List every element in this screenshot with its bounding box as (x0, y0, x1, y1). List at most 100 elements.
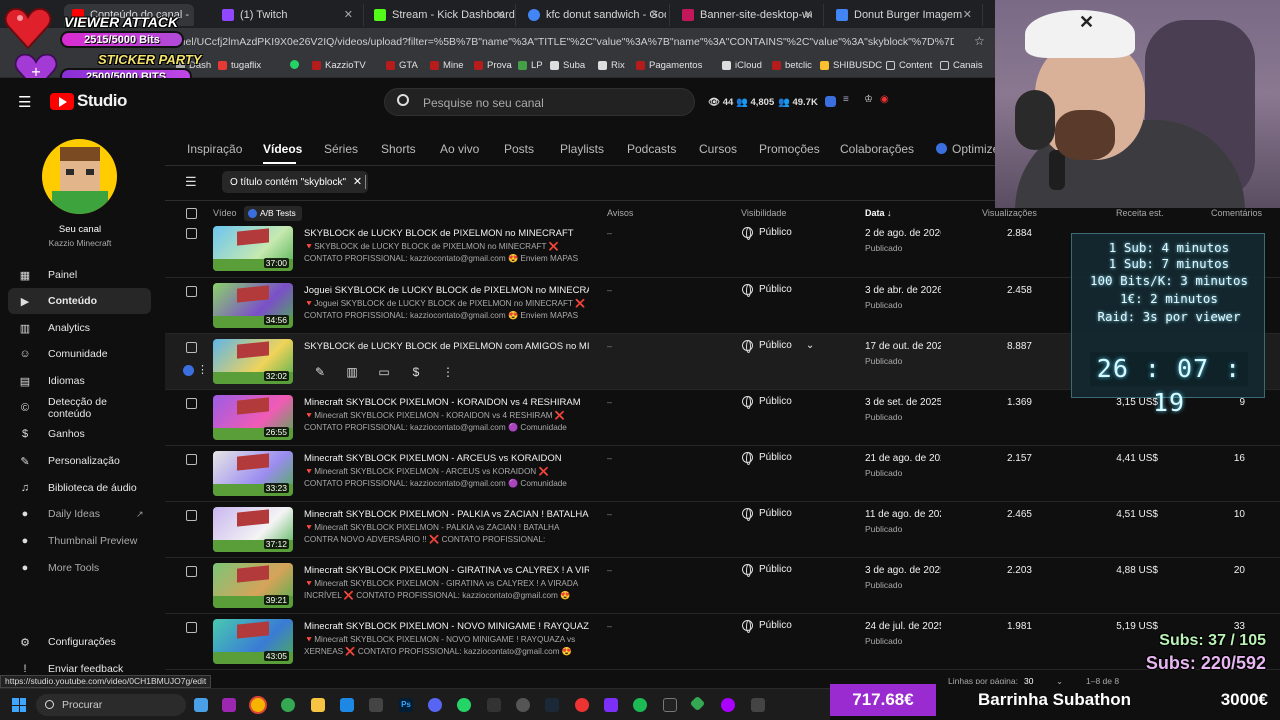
browser-tab[interactable]: Banner-site-desktop-webp-se ✕ (674, 4, 824, 26)
video-title[interactable]: Minecraft SKYBLOCK PIXELMON - ARCEUS vs … (304, 453, 589, 464)
ab-test-icon[interactable] (183, 365, 194, 376)
youtube-logo-icon[interactable] (50, 93, 74, 110)
column-header-visibility[interactable]: Visibilidade (741, 208, 786, 218)
chrome-icon[interactable] (251, 698, 265, 712)
bookmark-item[interactable]: Prova (474, 60, 512, 71)
bookmark-item[interactable]: Content (886, 60, 932, 71)
browser-tab[interactable]: (1) Twitch ✕ (214, 4, 364, 26)
edit-icon[interactable]: ✎ (311, 363, 329, 381)
table-row[interactable]: 33:23 Minecraft SKYBLOCK PIXELMON - ARCE… (165, 446, 1280, 502)
filter-chip[interactable]: O título contém "skyblock" ✕ (222, 171, 369, 193)
visibility-value[interactable]: Público ⌄ (742, 340, 814, 353)
visibility-value[interactable]: Público (742, 452, 792, 465)
visibility-value[interactable]: Público (742, 508, 792, 521)
sidebar-item-more-tools[interactable]: ● More Tools (8, 555, 151, 581)
sidebar-item-daily-ideas[interactable]: ● Daily Ideas ↗ (8, 501, 151, 527)
close-icon[interactable]: ✕ (353, 175, 362, 188)
column-header-date[interactable]: Data ↓ (865, 208, 892, 218)
video-title[interactable]: Minecraft SKYBLOCK PIXELMON - GIRATINA v… (304, 565, 589, 576)
video-title[interactable]: Joguei SKYBLOCK de LUCKY BLOCK de PIXELM… (304, 285, 589, 296)
column-header-warnings[interactable]: Avisos (607, 208, 633, 218)
bookmark-item[interactable]: LP (518, 60, 543, 71)
spotify-icon[interactable] (633, 698, 647, 712)
taskbar-app-icon[interactable] (751, 698, 765, 712)
taskbar-app-icon[interactable] (689, 695, 706, 712)
epic-games-icon[interactable] (487, 698, 501, 712)
video-title[interactable]: Minecraft SKYBLOCK PIXELMON - NOVO MINIG… (304, 621, 589, 632)
video-thumbnail[interactable]: 43:05 (213, 619, 293, 664)
tab-courses[interactable]: Cursos (699, 142, 737, 156)
browser-tab[interactable]: Stream - Kick Dashboard ✕ (366, 4, 516, 26)
channel-avatar[interactable] (42, 139, 117, 214)
column-header-video[interactable]: Vídeo (213, 208, 237, 218)
bookmark-item[interactable]: Pagamentos (636, 60, 702, 71)
taskbar-app-icon[interactable] (575, 698, 589, 712)
video-thumbnail[interactable]: 39:21 (213, 563, 293, 608)
bookmark-item[interactable]: Mine (430, 60, 464, 71)
sidebar-item-dashboard[interactable]: ▦ Painel (8, 262, 151, 288)
url-text[interactable]: /channel/UCcfj2lmAzdPKI9X0e26V2IQ/videos… (154, 36, 954, 48)
extension-icon[interactable] (825, 96, 836, 107)
browser-tab[interactable]: Donut Burger Imagem Alta Q ✕ (828, 4, 983, 26)
menu-icon[interactable]: ☰ (18, 93, 31, 111)
bookmark-item[interactable]: iCloud (722, 60, 762, 71)
sidebar-item-customization[interactable]: ✎ Personalização (8, 448, 151, 474)
video-thumbnail[interactable]: 37:00 (213, 226, 293, 271)
table-row[interactable]: 37:12 Minecraft SKYBLOCK PIXELMON - PALK… (165, 502, 1280, 558)
sidebar-item-settings[interactable]: ⚙ Configurações (8, 629, 151, 655)
monetization-icon[interactable]: $ (407, 363, 425, 381)
bookmark-item[interactable]: Canais (940, 60, 983, 71)
tab-inspiration[interactable]: Inspiração (187, 142, 242, 156)
column-header-comments[interactable]: Comentários (1211, 208, 1262, 218)
whatsapp-icon[interactable] (457, 698, 471, 712)
taskbar-app-icon[interactable] (194, 698, 208, 712)
sidebar-item-audio-library[interactable]: ♫ Biblioteca de áudio (8, 475, 151, 501)
sidebar-item-earnings[interactable]: $ Ganhos (8, 421, 151, 447)
close-tab-icon[interactable]: ✕ (496, 8, 505, 21)
search-input[interactable]: Pesquise no seu canal (423, 96, 544, 110)
row-checkbox[interactable] (186, 454, 197, 465)
taskbar-app-icon[interactable] (604, 698, 618, 712)
visibility-value[interactable]: Público (742, 396, 792, 409)
taskbar-app-icon[interactable] (663, 698, 677, 712)
bookmark-item[interactable]: Suba (550, 60, 585, 71)
row-checkbox[interactable] (186, 228, 197, 239)
chevron-down-icon[interactable]: ⌄ (806, 340, 814, 351)
video-thumbnail[interactable]: 37:12 (213, 507, 293, 552)
row-checkbox[interactable] (186, 566, 197, 577)
taskbar-app-icon[interactable] (222, 698, 236, 712)
row-checkbox[interactable] (186, 398, 197, 409)
close-tab-icon[interactable]: ✕ (804, 8, 813, 21)
tab-shorts[interactable]: Shorts (381, 142, 416, 156)
row-checkbox[interactable] (186, 286, 197, 297)
row-checkbox[interactable] (186, 622, 197, 633)
tab-posts[interactable]: Posts (504, 142, 534, 156)
live-icon[interactable]: ◉ (880, 94, 889, 105)
column-header-views[interactable]: Visualizações (982, 208, 1037, 218)
close-tab-icon[interactable]: ✕ (344, 8, 353, 21)
video-thumbnail[interactable]: 26:55 (213, 395, 293, 440)
bookmark-item[interactable]: KazzioTV (312, 60, 366, 71)
analytics-icon[interactable]: ▥ (343, 363, 361, 381)
taskbar-app-icon[interactable] (281, 698, 295, 712)
tab-collaborations[interactable]: Colaborações (840, 142, 914, 156)
row-checkbox[interactable] (186, 510, 197, 521)
video-title[interactable]: Minecraft SKYBLOCK PIXELMON - PALKIA vs … (304, 509, 589, 520)
tab-series[interactable]: Séries (324, 142, 358, 156)
taskbar-app-icon[interactable] (369, 698, 383, 712)
steam-icon[interactable] (545, 698, 559, 712)
tab-live[interactable]: Ao vivo (440, 142, 479, 156)
bookmark-item[interactable]: betclic (772, 60, 812, 71)
discord-icon[interactable] (428, 698, 442, 712)
comments-icon[interactable]: ▭ (375, 363, 393, 381)
video-title[interactable]: Minecraft SKYBLOCK PIXELMON - KORAIDON v… (304, 397, 589, 408)
photoshop-icon[interactable]: Ps (399, 698, 413, 712)
video-title[interactable]: SKYBLOCK de LUCKY BLOCK de PIXELMON no M… (304, 228, 589, 239)
taskbar-app-icon[interactable] (721, 698, 735, 712)
file-explorer-icon[interactable] (311, 698, 325, 712)
sidebar-item-content-detection[interactable]: © Detecção de conteúdo (8, 395, 151, 421)
tab-optimize[interactable]: Optimize (952, 142, 999, 156)
bookmark-item[interactable] (290, 60, 299, 69)
taskbar-app-icon[interactable] (516, 698, 530, 712)
video-thumbnail[interactable]: 34:56 (213, 283, 293, 328)
